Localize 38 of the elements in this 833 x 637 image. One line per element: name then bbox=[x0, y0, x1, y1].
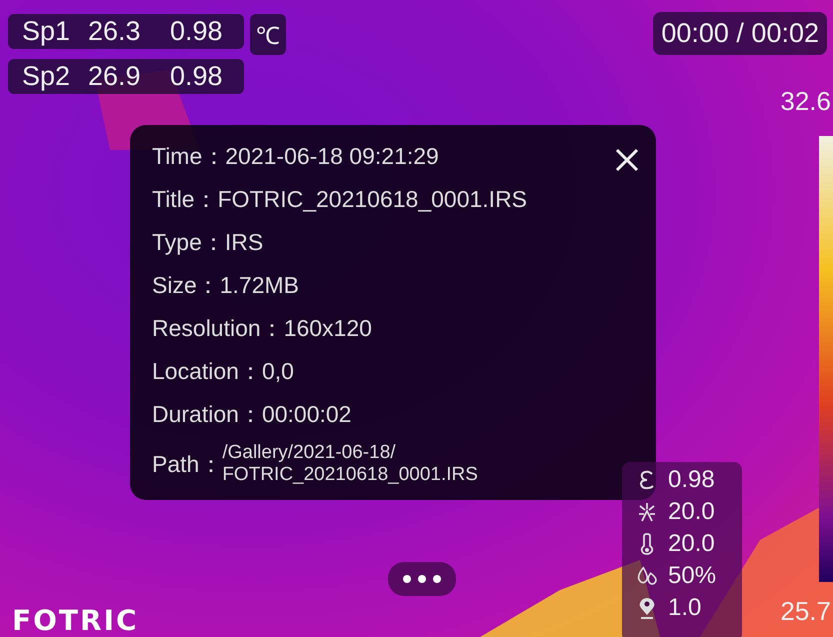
more-button[interactable] bbox=[388, 562, 456, 596]
scale-min: 25.7 bbox=[780, 596, 831, 627]
field-label: Size： bbox=[152, 271, 220, 300]
field-value: 00:00:02 bbox=[262, 401, 352, 428]
field-label: Title： bbox=[152, 185, 218, 214]
parameter-value: 20.0 bbox=[668, 498, 715, 526]
spot-emissivity: 0.98 bbox=[170, 61, 224, 92]
field-label: Resolution： bbox=[152, 314, 284, 343]
spot-emissivity: 0.98 bbox=[170, 16, 224, 47]
path-value: FOTRIC_20210618_0001.IRS bbox=[222, 464, 478, 486]
spot-temperature: 26.3 bbox=[88, 16, 142, 47]
field-label: Duration： bbox=[152, 400, 262, 429]
field-value: 0,0 bbox=[262, 358, 294, 385]
parameter-value: 1.0 bbox=[668, 594, 702, 622]
field-value: IRS bbox=[224, 229, 264, 256]
parameter-value: 50% bbox=[668, 562, 716, 590]
field-label: Time： bbox=[152, 142, 226, 171]
scale-max: 32.6 bbox=[780, 86, 831, 117]
field-value: 160x120 bbox=[284, 315, 372, 342]
parameter-value: 0.98 bbox=[668, 466, 715, 494]
reflection-icon bbox=[636, 501, 658, 523]
playback-time: 00:00 / 00:02 bbox=[653, 12, 827, 55]
field-value: 1.72MB bbox=[220, 272, 300, 299]
water-drops-icon bbox=[636, 565, 658, 587]
parameter-value: 20.0 bbox=[668, 530, 715, 558]
spot-name: Sp1 bbox=[22, 16, 70, 47]
unit-button[interactable]: ℃ bbox=[250, 14, 286, 55]
more-icon bbox=[402, 574, 442, 584]
brand-logo: FOTRIC bbox=[12, 604, 139, 637]
field-value: FOTRIC_20210618_0001.IRS bbox=[218, 186, 528, 213]
field-label: Location： bbox=[152, 357, 262, 386]
field-label: Path： bbox=[152, 450, 222, 478]
field-value: 2021-06-18 09:21:29 bbox=[225, 143, 439, 170]
path-value: /Gallery/2021-06-18/ bbox=[222, 442, 397, 464]
spot-name: Sp2 bbox=[22, 61, 70, 92]
field-label: Type： bbox=[152, 228, 225, 257]
spot-temperature: 26.9 bbox=[88, 61, 142, 92]
close-icon bbox=[614, 147, 640, 173]
